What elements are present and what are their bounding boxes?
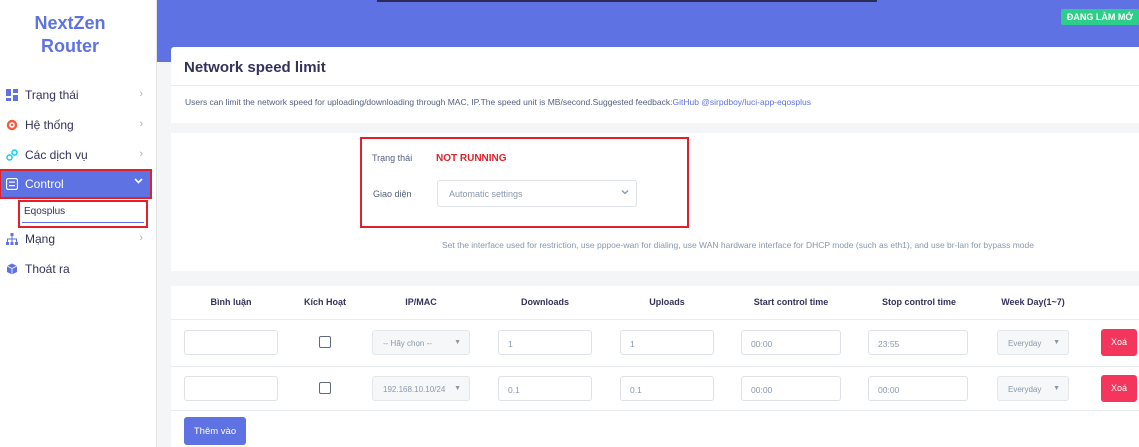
page-description: Users can limit the network speed for up… bbox=[185, 97, 811, 107]
column-header-ipmac: IP/MAC bbox=[405, 297, 437, 307]
rules-table-card: Bình luận Kích Hoạt IP/MAC Downloads Upl… bbox=[171, 286, 1139, 447]
sidebar-item-system[interactable]: Hệ thống › bbox=[0, 111, 151, 139]
weekday-select[interactable]: Everyday ▼ bbox=[997, 330, 1069, 355]
header-divider bbox=[171, 85, 1139, 86]
chevron-right-icon: › bbox=[139, 118, 143, 130]
status-value: NOT RUNNING bbox=[436, 153, 507, 164]
uploads-input[interactable]: 0.1 bbox=[620, 376, 714, 401]
top-divider bbox=[377, 0, 877, 2]
column-header-uploads: Uploads bbox=[649, 297, 685, 307]
column-header-start-time: Start control time bbox=[753, 297, 829, 307]
submenu-item-eqosplus[interactable]: Eqosplus bbox=[18, 200, 148, 228]
downloads-input[interactable]: 1 bbox=[498, 330, 592, 355]
interface-label: Giao diện bbox=[373, 189, 412, 199]
interface-select[interactable]: Automatic settings bbox=[437, 180, 637, 207]
start-time-input[interactable]: 00:00 bbox=[741, 376, 841, 401]
brand-line-2: Router bbox=[41, 36, 99, 56]
dropdown-arrow-icon: ▼ bbox=[1053, 385, 1060, 392]
network-icon bbox=[1, 233, 23, 245]
sidebar-item-network[interactable]: Mạng › bbox=[0, 225, 151, 253]
column-header-weekday: Week Day(1~7) bbox=[1001, 297, 1065, 307]
status-label: Trạng thái bbox=[372, 153, 413, 163]
page-header-card: Network speed limit Users can limit the … bbox=[171, 47, 1139, 123]
submenu-item-label: Eqosplus bbox=[24, 206, 66, 217]
sidebar-item-label: Hệ thống bbox=[25, 118, 74, 132]
enable-checkbox[interactable] bbox=[319, 336, 331, 348]
active-underline bbox=[22, 222, 144, 223]
chevron-right-icon: › bbox=[139, 148, 143, 160]
enable-checkbox[interactable] bbox=[319, 382, 331, 394]
weekday-select-value: Everyday bbox=[1008, 385, 1042, 394]
settings-card: Trạng thái NOT RUNNING Giao diện Automat… bbox=[171, 133, 1139, 271]
start-time-input[interactable]: 00:00 bbox=[741, 330, 841, 355]
stop-time-input[interactable]: 00:00 bbox=[868, 376, 968, 401]
weekday-select[interactable]: Everyday ▼ bbox=[997, 376, 1069, 401]
sidebar-item-control[interactable]: Control bbox=[0, 169, 152, 199]
chevron-right-icon: › bbox=[139, 232, 143, 244]
chevron-down-icon bbox=[134, 176, 143, 188]
sidebar-item-status[interactable]: Trạng thái › bbox=[0, 81, 151, 109]
dropdown-arrow-icon: ▼ bbox=[1053, 339, 1060, 346]
downloads-input[interactable]: 0.1 bbox=[498, 376, 592, 401]
page-title: Network speed limit bbox=[184, 59, 326, 76]
dropdown-arrow-icon: ▼ bbox=[454, 339, 461, 346]
delete-button[interactable]: Xoá bbox=[1101, 329, 1137, 356]
brand-logo: NextZen Router bbox=[0, 12, 140, 58]
row-divider bbox=[171, 319, 1139, 320]
refresh-status-badge[interactable]: ĐANG LÀM MỚ bbox=[1060, 9, 1139, 25]
sidebar-item-services[interactable]: Các dịch vụ › bbox=[0, 141, 151, 169]
row-divider bbox=[171, 366, 1139, 367]
column-header-enabled: Kích Hoạt bbox=[303, 297, 347, 307]
chevron-down-icon bbox=[621, 188, 629, 198]
ipmac-select[interactable]: -- Hãy chọn -- ▼ bbox=[372, 330, 470, 355]
row-divider bbox=[171, 410, 1139, 411]
weekday-select-value: Everyday bbox=[1008, 339, 1042, 348]
sidebar-item-logout[interactable]: Thoát ra bbox=[0, 255, 151, 283]
ipmac-select-value: 192.168.10.10/24 bbox=[383, 385, 446, 394]
column-header-stop-time: Stop control time bbox=[882, 297, 956, 307]
brand-line-1: NextZen bbox=[34, 13, 106, 33]
chevron-right-icon: › bbox=[139, 88, 143, 100]
dropdown-arrow-icon: ▼ bbox=[454, 385, 461, 392]
dashboard-icon bbox=[1, 89, 23, 101]
sidebar: NextZen Router Trạng thái › Hệ thống › C… bbox=[0, 0, 157, 447]
stop-time-input[interactable]: 23:55 bbox=[868, 330, 968, 355]
ipmac-select[interactable]: 192.168.10.10/24 ▼ bbox=[372, 376, 470, 401]
add-rule-button[interactable]: Thêm vào bbox=[184, 417, 246, 445]
sidebar-item-label: Control bbox=[25, 177, 64, 191]
column-header-downloads: Downloads bbox=[520, 297, 570, 307]
control-icon bbox=[1, 178, 23, 190]
uploads-input[interactable]: 1 bbox=[620, 330, 714, 355]
services-icon bbox=[1, 149, 23, 161]
ipmac-select-value: -- Hãy chọn -- bbox=[383, 339, 432, 348]
interface-help-text: Set the interface used for restriction, … bbox=[442, 240, 1034, 250]
sidebar-item-label: Thoát ra bbox=[25, 262, 70, 276]
comment-input[interactable] bbox=[184, 376, 278, 401]
sidebar-item-label: Các dịch vụ bbox=[25, 148, 88, 162]
comment-input[interactable] bbox=[184, 330, 278, 355]
delete-button[interactable]: Xoá bbox=[1101, 375, 1137, 402]
gear-icon bbox=[1, 119, 23, 131]
interface-select-value: Automatic settings bbox=[449, 189, 523, 199]
sidebar-item-label: Mạng bbox=[25, 232, 56, 246]
column-header-comment: Bình luận bbox=[210, 297, 252, 307]
description-text: Users can limit the network speed for up… bbox=[185, 97, 673, 107]
logout-icon bbox=[1, 263, 23, 275]
sidebar-item-label: Trạng thái bbox=[25, 88, 79, 102]
github-link[interactable]: GitHub @sirpdboy/luci-app-eqosplus bbox=[672, 97, 811, 107]
